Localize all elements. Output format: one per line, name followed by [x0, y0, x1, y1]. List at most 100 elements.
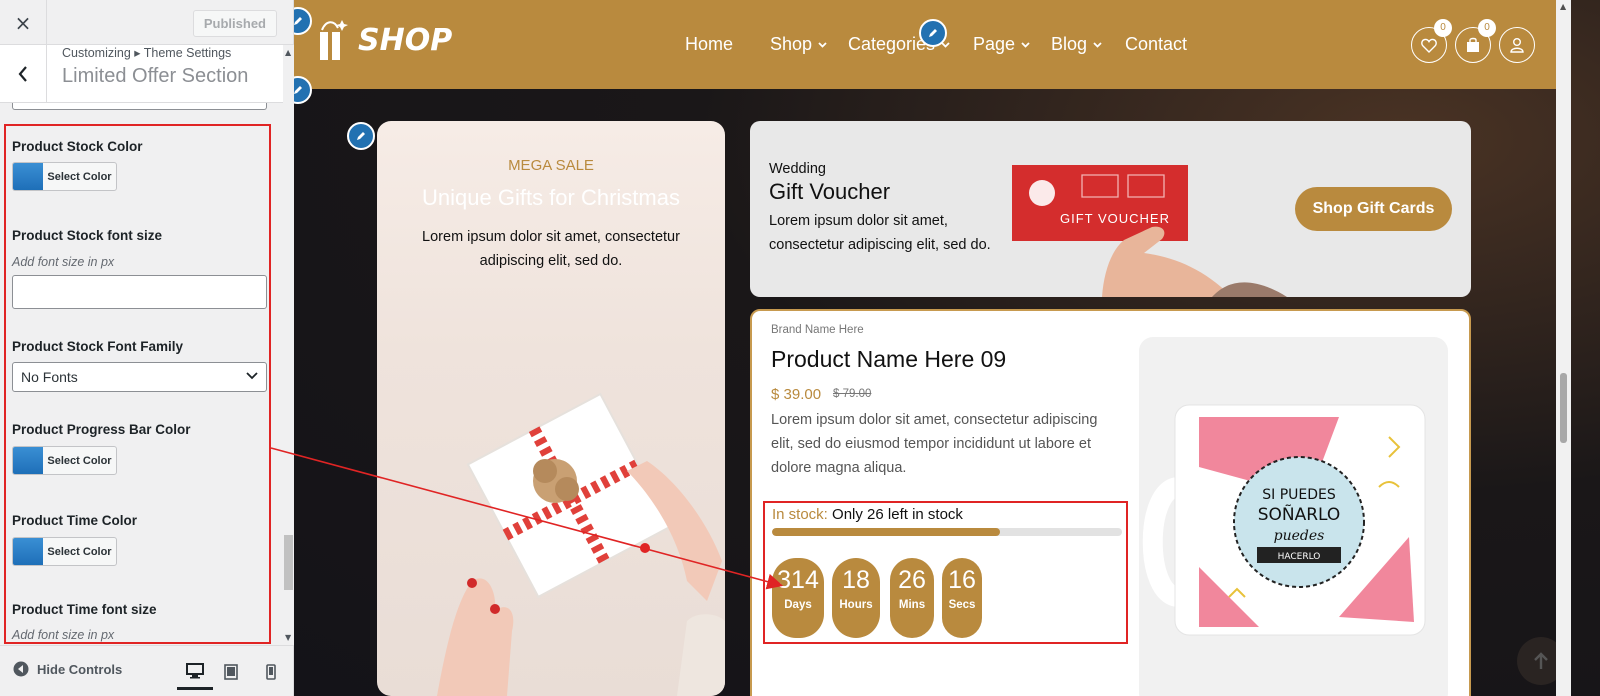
- shopping-bag-icon: [1467, 37, 1479, 52]
- product-description: Lorem ipsum dolor sit amet, consectetur …: [771, 412, 1098, 476]
- nav-page[interactable]: Page: [973, 34, 1030, 55]
- time-color-picker[interactable]: Select Color: [12, 537, 117, 566]
- previous-field[interactable]: [12, 103, 267, 110]
- edit-shortcut-button[interactable]: [347, 122, 375, 150]
- nav-label: Shop: [770, 34, 813, 54]
- customizer-footer: Hide Controls: [0, 645, 293, 696]
- desktop-icon: [186, 662, 204, 678]
- chevron-down-icon: [1093, 41, 1102, 48]
- cart-button[interactable]: 0: [1455, 19, 1496, 63]
- color-swatch: [13, 538, 43, 565]
- promo-card[interactable]: MEGA SALE Unique Gifts for Christmas Lor…: [377, 121, 725, 696]
- voucher-eyebrow: Wedding: [769, 161, 826, 177]
- mug-text-line: SI PUEDES: [1262, 487, 1336, 503]
- product-name[interactable]: Product Name Here 09: [771, 346, 1006, 373]
- nav-shop[interactable]: Shop: [770, 34, 827, 55]
- chevron-down-icon: [246, 372, 258, 380]
- heart-icon: [1421, 38, 1437, 53]
- preview-scrollbar[interactable]: ▲: [1556, 0, 1571, 696]
- select-color-label: Select Color: [47, 454, 112, 467]
- mobile-icon: [266, 664, 276, 680]
- countdown-unit: Mins: [898, 599, 926, 611]
- countdown-unit: Days: [784, 599, 812, 611]
- stock-color-picker[interactable]: Select Color: [12, 162, 117, 191]
- wishlist-button[interactable]: 0: [1411, 19, 1452, 63]
- stock-font-size-label: Product Stock font size: [12, 228, 163, 243]
- close-customizer-button[interactable]: ×: [0, 0, 47, 45]
- stock-font-family-select[interactable]: No Fonts: [12, 362, 267, 392]
- nav-blog[interactable]: Blog: [1051, 34, 1102, 55]
- mug-text-line: SOÑARLO: [1258, 503, 1341, 525]
- section-title: Limited Offer Section: [62, 65, 249, 87]
- arrow-up-icon: [1534, 652, 1548, 669]
- progress-color-picker[interactable]: Select Color: [12, 446, 117, 475]
- stock-progress-bar: [772, 528, 1122, 536]
- scroll-down-arrow-icon[interactable]: ▼: [285, 633, 291, 642]
- stock-font-family-label: Product Stock Font Family: [12, 339, 184, 354]
- gift-voucher-image: GIFT VOUCHER: [1012, 165, 1287, 297]
- pencil-icon: [294, 17, 302, 25]
- gift-voucher-banner[interactable]: Wedding Gift Voucher Lorem ipsum dolor s…: [750, 121, 1471, 297]
- site-preview: SHOP Home Shop Categories Page Blog Cont…: [294, 0, 1600, 696]
- select-color-label: Select Color: [47, 170, 112, 183]
- countdown-secs: 16 Secs: [942, 558, 982, 638]
- collapse-icon: [13, 661, 29, 677]
- color-swatch: [13, 447, 43, 474]
- product-image[interactable]: SI PUEDES SOÑARLO puedes HACERLO: [1139, 337, 1448, 696]
- voucher-title: Gift Voucher: [769, 179, 891, 204]
- nav-home[interactable]: Home: [685, 34, 733, 55]
- product-brand: Brand Name Here: [771, 324, 864, 336]
- countdown-unit: Hours: [839, 599, 873, 611]
- chevron-down-icon: [1021, 41, 1030, 48]
- customizer-header: × Published: [0, 0, 293, 45]
- shop-gift-cards-button[interactable]: Shop Gift Cards: [1295, 187, 1452, 231]
- desktop-preview-button[interactable]: [177, 654, 213, 690]
- logo-text: SHOP: [358, 22, 453, 58]
- tablet-preview-button[interactable]: [213, 654, 249, 690]
- site-logo[interactable]: SHOP: [316, 18, 452, 62]
- controls-panel: Product Stock Color Select Color Product…: [0, 103, 283, 645]
- scroll-up-arrow-icon[interactable]: ▲: [285, 48, 291, 57]
- limited-offer-product-card: Brand Name Here Product Name Here 09 $ 3…: [750, 309, 1471, 696]
- scrollbar-thumb[interactable]: [1560, 373, 1567, 443]
- product-price: $ 39.00: [771, 386, 822, 403]
- customizer-sidebar: × Published Customizing ▸ Theme Settings…: [0, 0, 294, 696]
- hide-controls-button[interactable]: Hide Controls: [13, 661, 122, 677]
- sidebar-scrollbar[interactable]: ▲ ▼: [283, 45, 294, 645]
- chevron-down-icon: [818, 41, 827, 48]
- section-header: Customizing ▸ Theme Settings Limited Off…: [0, 45, 283, 103]
- hide-controls-label: Hide Controls: [37, 661, 123, 677]
- stock-font-size-input[interactable]: [12, 275, 267, 309]
- nav-label: Contact: [1125, 34, 1188, 54]
- close-icon: ×: [14, 10, 32, 35]
- edit-shortcut-button[interactable]: [919, 19, 947, 47]
- mobile-preview-button[interactable]: [253, 654, 289, 690]
- promo-eyebrow: MEGA SALE: [508, 157, 594, 174]
- stock-and-timer-highlight: In stock: Only 26 left in stock 314 Days…: [763, 501, 1128, 644]
- cart-count-badge: 0: [1478, 19, 1496, 37]
- product-old-price: $ 79.00: [833, 388, 872, 400]
- countdown-days: 314 Days: [772, 558, 824, 638]
- font-size-hint: Add font size in px: [12, 255, 115, 269]
- pencil-icon: [294, 86, 302, 94]
- scrollbar-thumb[interactable]: [284, 535, 293, 590]
- nav-label: Home: [685, 34, 734, 54]
- wishlist-count-badge: 0: [1434, 19, 1452, 37]
- nav-contact[interactable]: Contact: [1125, 34, 1187, 55]
- voucher-card-text: GIFT VOUCHER: [1060, 211, 1170, 226]
- stock-color-label: Product Stock Color: [12, 139, 143, 154]
- progress-color-label: Product Progress Bar Color: [12, 422, 191, 437]
- stock-progress-fill: [772, 528, 1000, 536]
- back-button[interactable]: [0, 45, 47, 103]
- scroll-up-arrow-icon[interactable]: ▲: [1560, 2, 1566, 11]
- time-color-label: Product Time Color: [12, 513, 138, 528]
- tablet-icon: [224, 664, 238, 680]
- font-size-hint: Add font size in px: [12, 628, 115, 642]
- font-family-value: No Fonts: [21, 369, 78, 385]
- chevron-left-icon: [18, 66, 27, 82]
- account-button[interactable]: [1499, 27, 1535, 63]
- published-button[interactable]: Published: [192, 10, 277, 37]
- gift-hands-image: [437, 392, 725, 696]
- mug-text-line: puedes: [1274, 528, 1325, 544]
- promo-title: Unique Gifts for Christmas: [422, 185, 680, 210]
